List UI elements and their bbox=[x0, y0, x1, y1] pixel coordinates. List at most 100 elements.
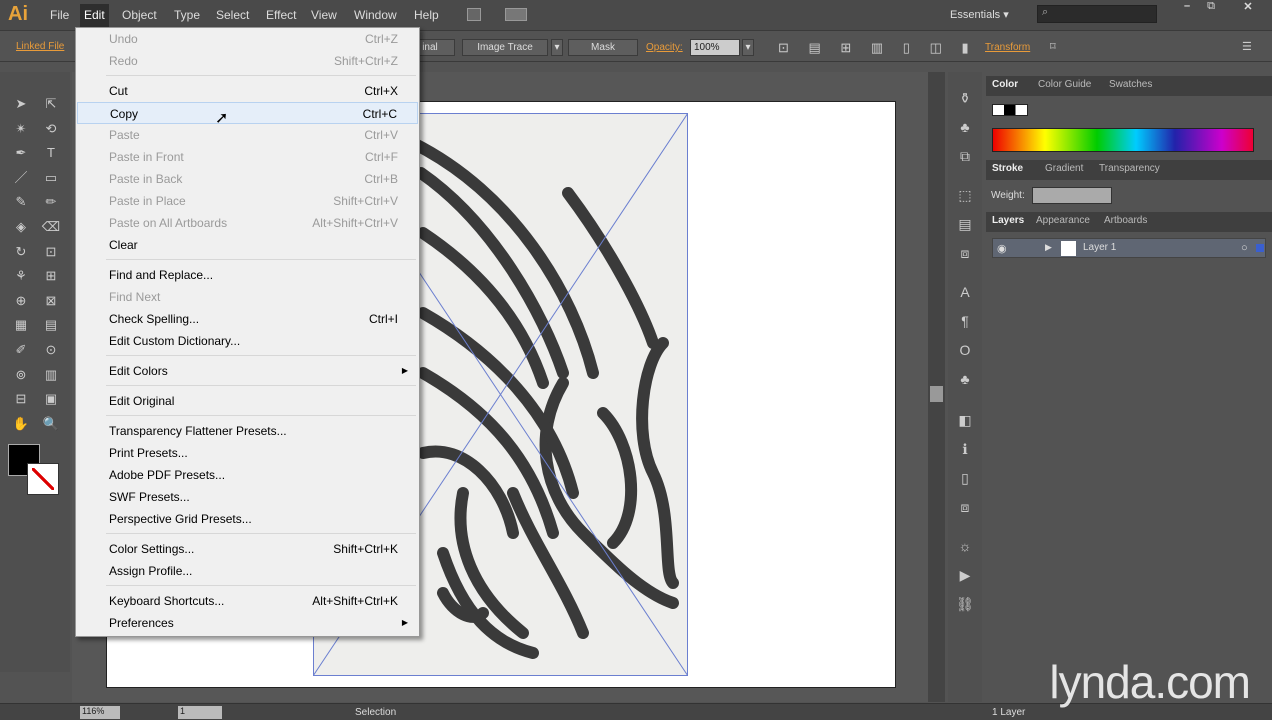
direct-selection-tool-icon[interactable]: ⇱ bbox=[40, 94, 62, 114]
fill-stroke-swatches[interactable] bbox=[992, 104, 1028, 116]
mesh-tool-icon[interactable]: ▦ bbox=[10, 315, 32, 335]
weight-input[interactable] bbox=[1032, 187, 1112, 204]
menu-item-color-settings[interactable]: Color Settings... Shift+Ctrl+K bbox=[77, 538, 418, 560]
transform-link[interactable]: Transform bbox=[985, 42, 1030, 53]
menu-item-redo[interactable]: Redo Shift+Ctrl+Z bbox=[77, 50, 418, 72]
menu-item-transparency-flattener-presets[interactable]: Transparency Flattener Presets... bbox=[77, 420, 418, 442]
image-trace-dropdown[interactable]: ▾ bbox=[551, 39, 563, 56]
line-tool-icon[interactable]: ／ bbox=[10, 168, 32, 188]
visibility-eye-icon[interactable]: ◉ bbox=[997, 242, 1007, 255]
tab-stroke[interactable]: Stroke bbox=[992, 163, 1023, 174]
rectangle-tool-icon[interactable]: ▭ bbox=[40, 168, 62, 188]
workspace-switcher[interactable]: Essentials ▾ bbox=[950, 8, 1009, 21]
align-icons[interactable]: ⊡ ▤ ⊞ ▥ ▯ ◫ ▮ bbox=[778, 40, 977, 56]
opentype-panel-icon[interactable]: O bbox=[956, 342, 974, 360]
search-input[interactable]: ⌕ bbox=[1037, 5, 1157, 23]
menu-window[interactable]: Window bbox=[350, 8, 401, 22]
linked-file-link[interactable]: Linked File bbox=[16, 41, 64, 52]
menu-item-paste-on-all-artboards[interactable]: Paste on All Artboards Alt+Shift+Ctrl+V bbox=[77, 212, 418, 234]
opacity-dropdown[interactable]: ▾ bbox=[742, 39, 754, 56]
warp-tool-icon[interactable]: ⚘ bbox=[10, 266, 32, 286]
pathfinder-panel-icon[interactable]: ⧈ bbox=[956, 245, 974, 263]
panel-menu-icon[interactable]: ☰ bbox=[1242, 40, 1252, 53]
blob-brush-tool-icon[interactable]: ◈ bbox=[10, 217, 32, 237]
symbols-2-panel-icon[interactable]: ♣ bbox=[956, 371, 974, 389]
minimize-button[interactable]: – bbox=[1176, 0, 1198, 16]
menu-item-find-and-replace[interactable]: Find and Replace... bbox=[77, 264, 418, 286]
tab-color-guide[interactable]: Color Guide bbox=[1038, 79, 1091, 90]
menu-item-edit-custom-dictionary[interactable]: Edit Custom Dictionary... bbox=[77, 330, 418, 352]
type-tool-icon[interactable]: T bbox=[40, 143, 62, 163]
menu-item-swf-presets[interactable]: SWF Presets... bbox=[77, 486, 418, 508]
symbols-panel-icon[interactable]: ♣ bbox=[956, 119, 974, 137]
character-panel-icon[interactable]: A bbox=[956, 284, 974, 302]
artboard-tool-icon[interactable]: ⊟ bbox=[10, 389, 32, 409]
color-themes-panel-icon[interactable]: ☼ bbox=[956, 538, 974, 556]
pencil-tool-icon[interactable]: ✏ bbox=[40, 192, 62, 212]
expand-arrow-icon[interactable]: ▶ bbox=[1045, 242, 1052, 253]
tab-layers[interactable]: Layers bbox=[992, 215, 1024, 226]
opacity-label[interactable]: Opacity: bbox=[646, 42, 683, 53]
menu-item-edit-colors[interactable]: Edit Colors ▶ bbox=[77, 360, 418, 382]
vertical-scrollbar[interactable] bbox=[928, 72, 945, 702]
tab-appearance[interactable]: Appearance bbox=[1036, 215, 1090, 226]
image-trace-button[interactable]: Image Trace bbox=[462, 39, 548, 56]
links-2-panel-icon[interactable]: ⛓ bbox=[956, 596, 974, 614]
pen-tool-icon[interactable]: ✒ bbox=[10, 143, 32, 163]
menu-item-print-presets[interactable]: Print Presets... bbox=[77, 442, 418, 464]
menu-item-clear[interactable]: Clear bbox=[77, 234, 418, 256]
perspective-grid-tool-icon[interactable]: ⊠ bbox=[40, 291, 62, 311]
menu-item-cut[interactable]: Cut Ctrl+X bbox=[77, 80, 418, 102]
menu-item-adobe-pdf-presets[interactable]: Adobe PDF Presets... bbox=[77, 464, 418, 486]
target-icon[interactable]: ○ bbox=[1241, 242, 1248, 254]
zoom-tool-icon[interactable]: 🔍 bbox=[40, 414, 62, 434]
scroll-thumb[interactable] bbox=[930, 386, 943, 402]
gradient-tool-icon[interactable]: ▤ bbox=[40, 315, 62, 335]
graphic-styles-panel-icon[interactable]: ⧉ bbox=[956, 148, 974, 166]
magic-wand-tool-icon[interactable]: ✴ bbox=[10, 119, 32, 139]
restore-button[interactable]: ⧉ bbox=[1200, 0, 1222, 16]
hand-tool-icon[interactable]: ✋ bbox=[10, 414, 32, 434]
transform-panel-icon[interactable]: ⬚ bbox=[956, 187, 974, 205]
slice-tool-icon[interactable]: ▣ bbox=[40, 389, 62, 409]
layer-row[interactable]: ◉ ▶ Layer 1 ○ bbox=[992, 238, 1266, 258]
menu-item-find-next[interactable]: Find Next bbox=[77, 286, 418, 308]
document-info-panel-icon[interactable]: ▯ bbox=[956, 470, 974, 488]
paintbrush-tool-icon[interactable]: ✎ bbox=[10, 192, 32, 212]
menu-item-paste-in-place[interactable]: Paste in Place Shift+Ctrl+V bbox=[77, 190, 418, 212]
paragraph-panel-icon[interactable]: ¶ bbox=[956, 313, 974, 331]
menu-select[interactable]: Select bbox=[212, 8, 253, 22]
color-spectrum[interactable] bbox=[992, 128, 1254, 152]
menu-item-preferences[interactable]: Preferences ▶ bbox=[77, 612, 418, 634]
layer-name[interactable]: Layer 1 bbox=[1083, 242, 1116, 253]
menu-file[interactable]: File bbox=[46, 8, 73, 22]
scale-tool-icon[interactable]: ⊡ bbox=[40, 242, 62, 262]
menu-item-edit-original[interactable]: Edit Original bbox=[77, 390, 418, 412]
menu-type[interactable]: Type bbox=[170, 8, 204, 22]
menu-item-copy[interactable]: Copy Ctrl+C bbox=[77, 102, 418, 124]
menu-edit[interactable]: Edit bbox=[80, 4, 109, 28]
menu-item-paste-in-back[interactable]: Paste in Back Ctrl+B bbox=[77, 168, 418, 190]
selection-tool-icon[interactable]: ➤ bbox=[10, 94, 32, 114]
menu-effect[interactable]: Effect bbox=[262, 8, 300, 22]
menu-item-check-spelling[interactable]: Check Spelling... Ctrl+I bbox=[77, 308, 418, 330]
eraser-tool-icon[interactable]: ⌫ bbox=[40, 217, 62, 237]
menu-item-perspective-grid-presets[interactable]: Perspective Grid Presets... bbox=[77, 508, 418, 530]
free-transform-tool-icon[interactable]: ⊞ bbox=[40, 266, 62, 286]
tab-gradient[interactable]: Gradient bbox=[1045, 163, 1083, 174]
menu-item-assign-profile[interactable]: Assign Profile... bbox=[77, 560, 418, 582]
menu-object[interactable]: Object bbox=[118, 8, 161, 22]
opacity-input[interactable]: 100% bbox=[690, 39, 740, 56]
stroke-color-swatch[interactable] bbox=[27, 463, 59, 495]
align-panel-icon[interactable]: ▤ bbox=[956, 216, 974, 234]
info-panel-icon[interactable]: ℹ bbox=[956, 441, 974, 459]
eyedropper-tool-icon[interactable]: ✐ bbox=[10, 340, 32, 360]
menu-item-paste[interactable]: Paste Ctrl+V bbox=[77, 124, 418, 146]
symbol-sprayer-tool-icon[interactable]: ⊚ bbox=[10, 365, 32, 385]
arrange-documents-icon[interactable] bbox=[505, 8, 527, 21]
isolate-icon[interactable]: ⌑ bbox=[1050, 40, 1056, 53]
menu-view[interactable]: View bbox=[307, 8, 341, 22]
close-button[interactable]: ✕ bbox=[1228, 0, 1268, 16]
column-graph-tool-icon[interactable]: ▥ bbox=[40, 365, 62, 385]
actions-panel-icon[interactable]: ▶ bbox=[956, 567, 974, 585]
